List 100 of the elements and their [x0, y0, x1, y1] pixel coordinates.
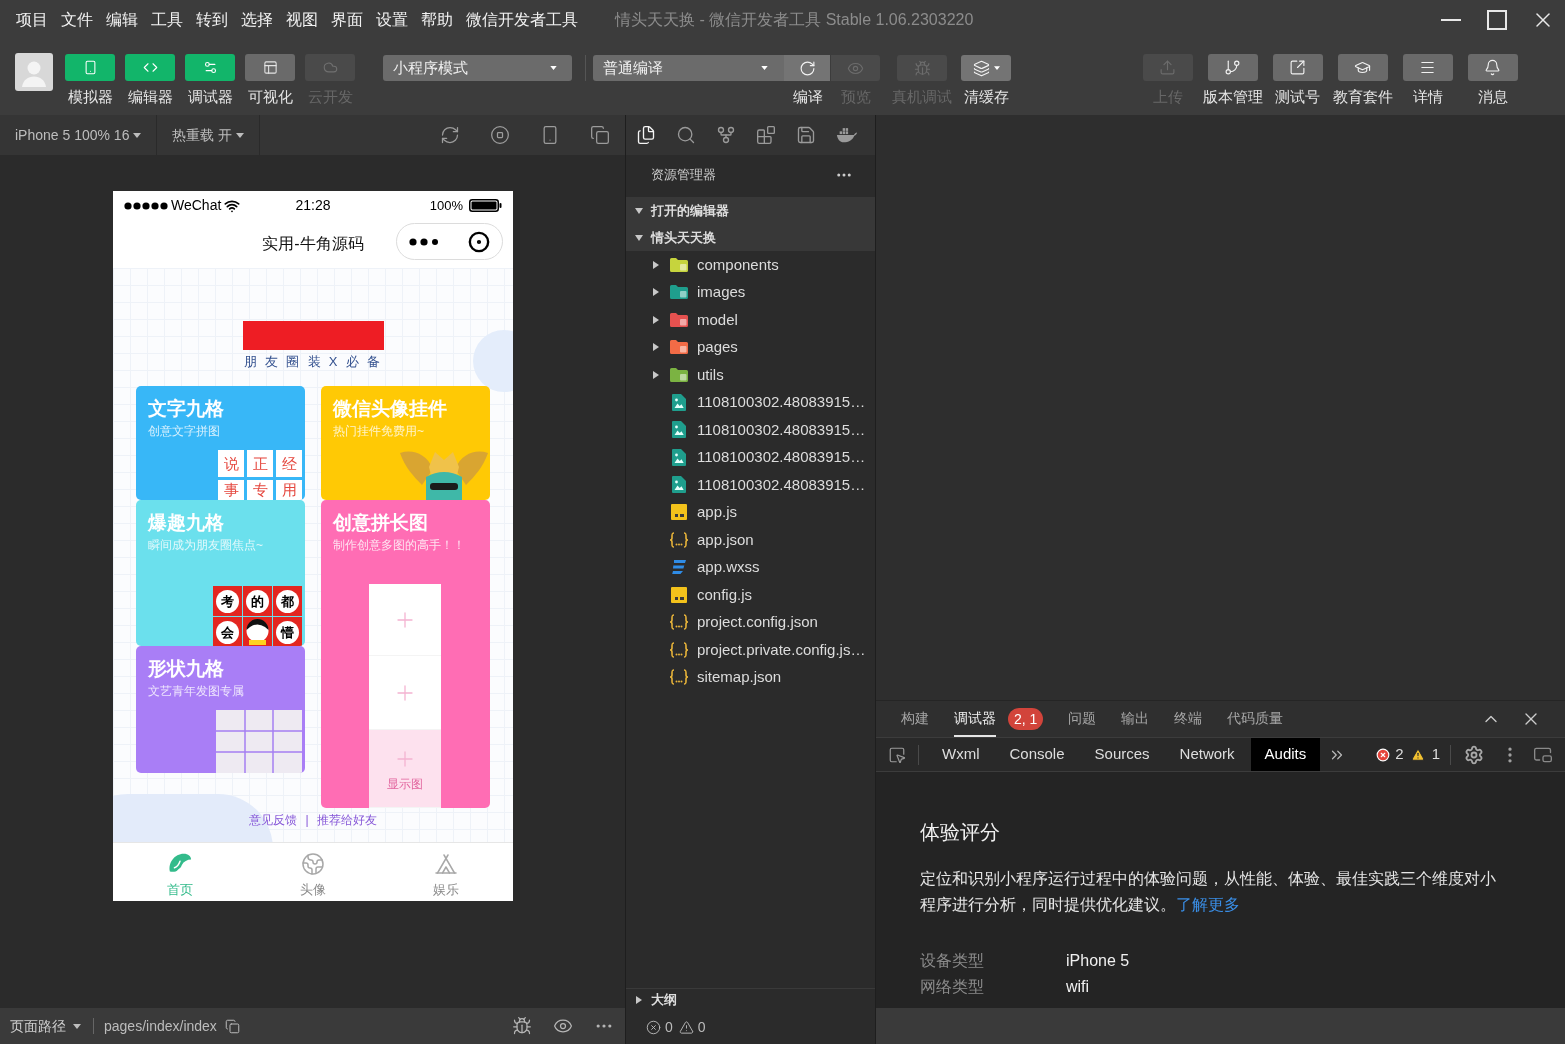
- inspect-icon[interactable]: [888, 745, 906, 764]
- toolbar-toggle-button[interactable]: [65, 54, 115, 81]
- devtools-tab[interactable]: Audits: [1250, 738, 1321, 771]
- page-title: 实用-牛角源码: [262, 234, 364, 254]
- caret-icon: [73, 1023, 81, 1029]
- file-item[interactable]: project.config.json: [626, 608, 875, 636]
- menu-item[interactable]: 工具: [151, 9, 183, 31]
- feature-card[interactable]: 爆趣九格 瞬间成为朋友圈焦点~ 考 的 都 会 懵: [136, 500, 305, 646]
- file-item[interactable]: 1108100302.48083915…: [626, 443, 875, 471]
- battery-level: 100%: [429, 196, 463, 215]
- file-item[interactable]: project.private.config.js…: [626, 636, 875, 664]
- folder-item[interactable]: components: [626, 251, 875, 279]
- file-item[interactable]: 1108100302.48083915…: [626, 416, 875, 444]
- devtools-tab[interactable]: Console: [995, 738, 1079, 771]
- panel-tab[interactable]: 代码质量: [1227, 701, 1284, 737]
- panel-tab[interactable]: 构建: [901, 701, 929, 737]
- tab-bar-item[interactable]: 头像: [246, 843, 380, 901]
- menu-icon: [1419, 59, 1436, 76]
- planet-icon: [301, 852, 325, 876]
- file-item[interactable]: config.js: [626, 581, 875, 609]
- more-dots-icon[interactable]: [409, 237, 439, 246]
- toolbar-button[interactable]: [1467, 54, 1518, 81]
- phone-icon: [82, 60, 98, 75]
- save-icon[interactable]: [796, 125, 816, 145]
- menu-item[interactable]: 编辑: [106, 9, 138, 31]
- devtools-tab[interactable]: Wxml: [928, 738, 994, 771]
- toolbar-toggle-button[interactable]: [245, 54, 295, 81]
- toolbar-label: 教育套件: [1332, 87, 1393, 107]
- menu-item[interactable]: 项目: [16, 9, 48, 31]
- card-subtitle: 文艺青年发图专属: [148, 683, 245, 699]
- section-header[interactable]: 情头天天换: [626, 224, 875, 251]
- folder-item[interactable]: pages: [626, 333, 875, 361]
- menu-item[interactable]: 帮助: [421, 9, 453, 31]
- panel-tab[interactable]: 终端: [1174, 701, 1203, 737]
- rotate-icon[interactable]: [440, 125, 460, 145]
- toolbar-button[interactable]: [1402, 54, 1453, 81]
- warning-count: 0: [697, 1017, 706, 1037]
- copy-icon[interactable]: [224, 1018, 240, 1034]
- page-path-select[interactable]: 页面路径: [10, 1015, 81, 1037]
- file-item[interactable]: 1108100302.48083915…: [626, 471, 875, 499]
- folder-item[interactable]: utils: [626, 361, 875, 389]
- maximize-button[interactable]: [1484, 7, 1510, 33]
- toolbar-button[interactable]: [1207, 54, 1258, 81]
- panel-tab[interactable]: 输出: [1121, 701, 1150, 737]
- search-icon[interactable]: [676, 125, 696, 145]
- tagline: 朋 友 圈 装 X 必 备: [243, 354, 383, 370]
- code-icon: [142, 60, 158, 75]
- file-item[interactable]: app.wxss: [626, 553, 875, 581]
- file-item[interactable]: sitemap.json: [626, 663, 875, 691]
- error-icon[interactable]: [646, 1019, 661, 1035]
- stop-icon[interactable]: [490, 125, 510, 145]
- link-separator: |: [305, 812, 309, 828]
- whale-icon[interactable]: [836, 127, 858, 143]
- folder-item[interactable]: model: [626, 306, 875, 334]
- file-item[interactable]: app.js: [626, 498, 875, 526]
- menu-item[interactable]: 微信开发者工具: [466, 9, 578, 31]
- toolbar-toggle-button[interactable]: [185, 54, 235, 81]
- toolbar-label: 清缓存: [963, 87, 1009, 107]
- character-tile: 用: [276, 480, 302, 500]
- menu-item[interactable]: 界面: [331, 9, 363, 31]
- caret-icon: [236, 132, 245, 138]
- branch-icon[interactable]: [716, 125, 736, 145]
- files-icon[interactable]: [636, 125, 656, 145]
- card-title: 形状九格: [148, 657, 225, 681]
- mode-select[interactable]: 小程序模式: [383, 55, 572, 81]
- windows-icon[interactable]: [590, 125, 610, 145]
- panel-tab[interactable]: 问题: [1068, 701, 1097, 737]
- folder-item[interactable]: images: [626, 278, 875, 306]
- learn-more-link[interactable]: 了解更多: [1176, 896, 1240, 913]
- footer-link[interactable]: 推荐给好友: [316, 812, 377, 828]
- branch-icon: [1224, 59, 1241, 76]
- menu-item[interactable]: 视图: [286, 9, 318, 31]
- footer-link[interactable]: 意见反馈: [249, 812, 298, 828]
- caret-icon: [993, 66, 1000, 70]
- bug-icon[interactable]: [512, 1016, 532, 1036]
- feature-card[interactable]: 文字九格 创意文字拼图 说 正 经 事 专 用: [136, 386, 305, 500]
- menu-item[interactable]: 转到: [196, 9, 228, 31]
- menu-item[interactable]: 选择: [241, 9, 273, 31]
- toolbar-button[interactable]: [1272, 54, 1323, 81]
- file-item[interactable]: app.json: [626, 526, 875, 554]
- audit-description: 定位和识别小程序运行过程中的体验问题，从性能、体验、最佳实践三个维度对小程序进行分析，同时提供优化建议。了解更多: [920, 869, 1497, 915]
- hot-reload-select[interactable]: 热重载 开: [172, 124, 245, 146]
- menu-item[interactable]: 文件: [61, 9, 93, 31]
- devtools-tab[interactable]: Network: [1165, 738, 1249, 771]
- tab-bar-item[interactable]: 娱乐: [379, 843, 513, 901]
- devtools-tab[interactable]: Sources: [1080, 738, 1164, 771]
- menu-item[interactable]: 设置: [376, 9, 408, 31]
- file-item[interactable]: 1108100302.48083915…: [626, 388, 875, 416]
- settings-icon[interactable]: [1464, 744, 1484, 765]
- toolbar-toggle-button[interactable]: [125, 54, 175, 81]
- toolbar-label: 测试号: [1275, 87, 1320, 107]
- section-header[interactable]: 打开的编辑器: [626, 197, 875, 224]
- target-icon[interactable]: [468, 230, 490, 253]
- warning-icon[interactable]: [678, 1019, 694, 1035]
- toolbar-button[interactable]: [1337, 54, 1388, 81]
- compile-select[interactable]: 普通编译: [593, 55, 784, 81]
- device-select[interactable]: iPhone 5 100% 16: [15, 124, 142, 146]
- toolbar-button[interactable]: [961, 55, 1011, 81]
- section-header[interactable]: 大纲: [626, 988, 875, 1010]
- blocks-icon[interactable]: [756, 125, 776, 145]
